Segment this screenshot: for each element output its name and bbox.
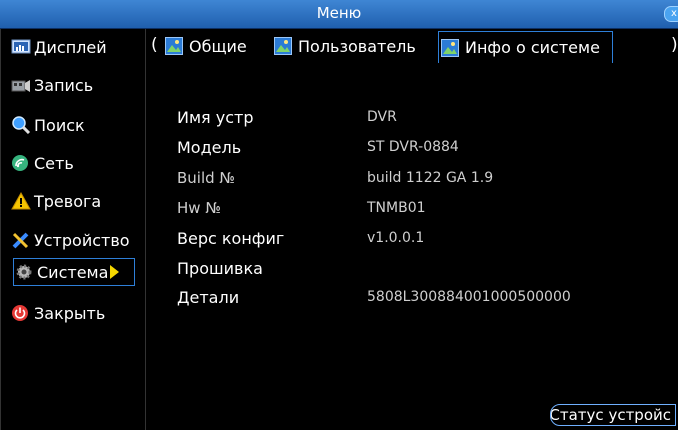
title-bar: Меню x [0, 0, 678, 29]
tab-system-info[interactable]: Инфо о системе [438, 31, 613, 63]
info-label: Имя устр [177, 108, 254, 127]
tools-icon [12, 232, 29, 249]
info-value: v1.0.0.1 [367, 230, 425, 246]
sidebar-item-close[interactable]: Закрыть [11, 301, 143, 325]
sidebar-item-label: Запись [34, 75, 94, 95]
device-status-label: Статус устройс [550, 406, 671, 424]
info-label: Детали [177, 288, 240, 307]
close-icon[interactable]: x [664, 6, 678, 22]
tab-scroll-left[interactable]: ( [151, 35, 158, 55]
info-row-firmware: Прошивка [177, 259, 657, 281]
info-value: ST DVR-0884 [367, 139, 459, 155]
sidebar: Дисплей Запись Поиск Сеть Тревога Устрой… [0, 29, 146, 430]
info-row-model: Модель ST DVR-0884 [177, 138, 657, 160]
gear-icon [16, 264, 32, 280]
tab-general[interactable]: Общие [165, 32, 247, 60]
tab-scroll-right[interactable]: ) [671, 35, 678, 55]
tab-label: Инфо о системе [465, 38, 600, 57]
info-row-config-version: Верс конфиг v1.0.0.1 [177, 229, 657, 251]
info-value: TNMB01 [367, 200, 426, 216]
network-icon [12, 155, 28, 171]
system-info-panel: Имя устр DVR Модель ST DVR-0884 Build № … [145, 63, 678, 430]
info-value: build 1122 GA 1.9 [367, 170, 494, 186]
info-value: DVR [367, 109, 397, 125]
sidebar-item-record[interactable]: Запись [11, 73, 143, 97]
tab-user[interactable]: Пользователь [274, 32, 416, 60]
sidebar-item-system[interactable]: Система [13, 258, 135, 286]
sidebar-item-label: Устройство [34, 230, 130, 250]
warning-icon [11, 192, 31, 210]
info-label: Build № [177, 169, 236, 187]
sidebar-item-display[interactable]: Дисплей [11, 35, 143, 59]
info-row-device-name: Имя устр DVR [177, 108, 657, 130]
info-label: Модель [177, 138, 242, 157]
info-label: Прошивка [177, 259, 263, 278]
sidebar-item-network[interactable]: Сеть [11, 151, 143, 175]
sidebar-item-label: Дисплей [34, 37, 107, 57]
info-row-details: Детали 5808L300884001000500000 [177, 288, 657, 310]
power-icon [12, 305, 28, 321]
sidebar-item-label: Система [37, 262, 109, 282]
sidebar-item-search[interactable]: Поиск [11, 113, 143, 137]
film-icon [11, 80, 30, 92]
info-row-build: Build № build 1122 GA 1.9 [177, 169, 657, 191]
window-title: Меню [316, 4, 362, 22]
sidebar-item-label: Поиск [34, 115, 85, 135]
sidebar-item-device[interactable]: Устройство [11, 228, 143, 252]
tab-label: Пользователь [298, 36, 416, 56]
device-status-button[interactable]: Статус устройс [550, 404, 676, 426]
tab-bar: ( Общие Пользователь Инфо о системе ) [145, 29, 678, 63]
info-row-hw: Hw № TNMB01 [177, 199, 657, 221]
search-icon [12, 116, 31, 134]
sidebar-item-alarm[interactable]: Тревога [11, 189, 143, 213]
info-label: Верс конфиг [177, 229, 285, 248]
info-value: 5808L300884001000500000 [367, 289, 571, 305]
chevron-right-icon [110, 265, 120, 279]
sidebar-item-label: Сеть [34, 153, 74, 173]
tab-label: Общие [189, 36, 247, 56]
image-icon [274, 37, 292, 55]
image-icon [441, 38, 459, 57]
info-label: Hw № [177, 199, 221, 217]
sidebar-item-label: Закрыть [34, 303, 106, 323]
sidebar-item-label: Тревога [34, 191, 102, 211]
image-icon [165, 37, 183, 55]
monitor-icon [11, 39, 31, 54]
